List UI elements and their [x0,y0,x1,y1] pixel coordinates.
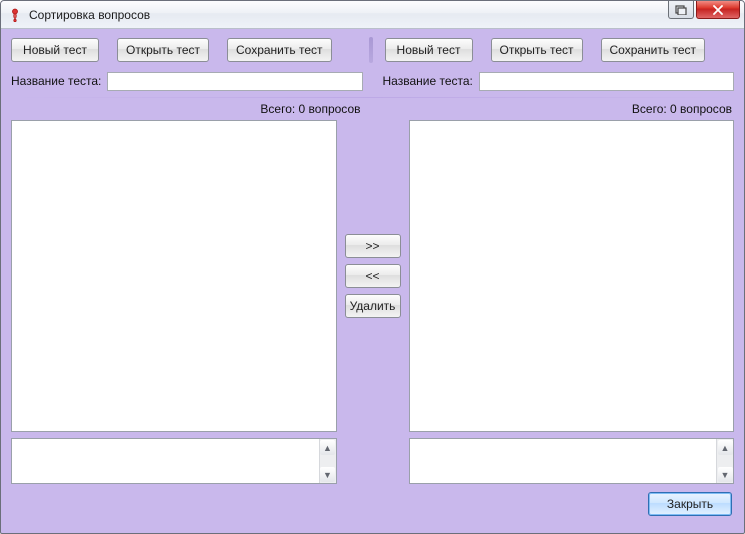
chevron-up-icon[interactable]: ▲ [718,440,733,455]
delete-button[interactable]: Удалить [345,294,401,318]
preview-row: ▲ ▼ ▲ ▼ [7,432,738,484]
footer: Закрыть [7,484,738,516]
preview-left-scrollbar[interactable]: ▲ ▼ [319,439,336,483]
questions-list-left[interactable] [11,120,337,432]
transfer-buttons-col: >> << Удалить [341,120,405,432]
open-test-right-button[interactable]: Открыть тест [491,38,583,62]
close-window-button[interactable] [696,1,740,19]
right-count-label: Всего: 0 вопросов [379,100,739,120]
preview-separator [341,438,405,484]
toolbar-separator [369,37,373,63]
app-icon [7,7,23,23]
save-test-right-button[interactable]: Сохранить тест [601,38,706,62]
count-row: Всего: 0 вопросов Всего: 0 вопросов [7,100,738,120]
maximize-alt-button[interactable] [668,1,694,19]
chevron-down-icon[interactable]: ▼ [718,467,733,482]
preview-right[interactable]: ▲ ▼ [409,438,735,484]
app-window: Сортировка вопросов Новый тест Открыть т… [0,0,745,534]
chevron-down-icon[interactable]: ▼ [320,467,335,482]
lists-row: >> << Удалить [7,120,738,432]
new-test-right-button[interactable]: Новый тест [385,38,473,62]
close-button[interactable]: Закрыть [648,492,732,516]
name-row-separator [371,71,375,91]
horizontal-divider [11,97,734,98]
toolbar-row: Новый тест Открыть тест Сохранить тест Н… [7,33,738,71]
client-area: Новый тест Открыть тест Сохранить тест Н… [7,33,738,527]
test-name-right-label: Название теста: [383,74,473,88]
titlebar: Сортировка вопросов [1,1,744,29]
test-name-left-label: Название теста: [11,74,101,88]
left-count-label: Всего: 0 вопросов [7,100,367,120]
chevron-up-icon[interactable]: ▲ [320,440,335,455]
test-name-right-input[interactable] [479,72,734,91]
move-right-button[interactable]: >> [345,234,401,258]
new-test-left-button[interactable]: Новый тест [11,38,99,62]
save-test-left-button[interactable]: Сохранить тест [227,38,332,62]
open-test-left-button[interactable]: Открыть тест [117,38,209,62]
move-left-button[interactable]: << [345,264,401,288]
window-title: Сортировка вопросов [29,8,150,22]
toolbar-right: Новый тест Открыть тест Сохранить тест [377,38,739,62]
questions-list-right[interactable] [409,120,735,432]
preview-right-scrollbar[interactable]: ▲ ▼ [716,439,733,483]
test-name-left: Название теста: [7,72,367,91]
preview-left[interactable]: ▲ ▼ [11,438,337,484]
test-name-right: Название теста: [379,72,739,91]
toolbar-left: Новый тест Открыть тест Сохранить тест [7,38,365,62]
test-name-left-input[interactable] [107,72,362,91]
window-controls-group [666,1,740,19]
test-name-row: Название теста: Название теста: [7,71,738,91]
count-separator [367,100,379,120]
